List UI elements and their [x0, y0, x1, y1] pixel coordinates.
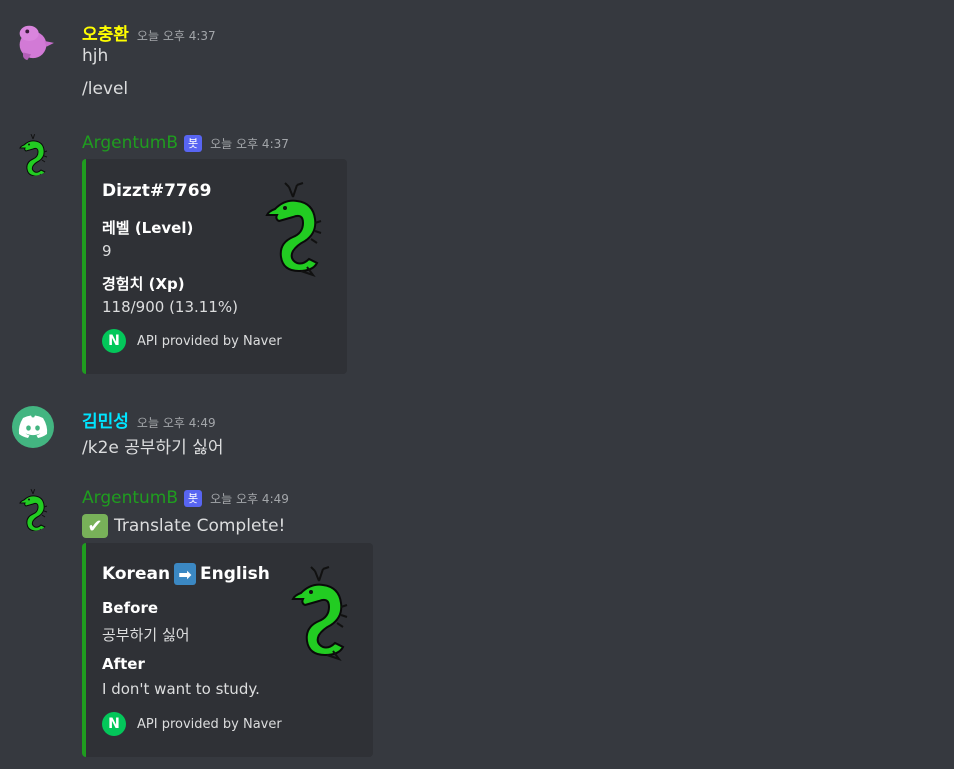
embed-title: Korean ➡ English [102, 563, 270, 585]
user-avatar[interactable] [12, 406, 54, 448]
timestamp: 오늘 오후 4:49 [136, 416, 216, 430]
field-value: 118/900 (13.11%) [102, 298, 238, 316]
embed-footer: N API provided by Naver [102, 329, 282, 353]
username[interactable]: 김민성 [82, 407, 129, 432]
bot-tag: 봇 [184, 135, 203, 152]
timestamp: 오늘 오후 4:37 [136, 29, 216, 43]
title-target-lang: English [200, 564, 270, 584]
field-name: Before [102, 599, 159, 617]
timestamp: 오늘 오후 4:37 [210, 137, 289, 151]
message-text: /k2e 공부하기 싫어 [82, 438, 224, 458]
message-header: ArgentumB 봇 오늘 오후 4:49 [82, 488, 289, 508]
level-embed: Dizzt#7769 레벨 (Level) 9 경험치 (Xp) 118/900… [82, 159, 347, 374]
field-value: 9 [102, 242, 112, 260]
username[interactable]: 오충환 [82, 20, 129, 45]
username[interactable]: ArgentumB [82, 133, 178, 153]
embed-title: Dizzt#7769 [102, 181, 212, 201]
footer-text: API provided by Naver [137, 716, 282, 732]
field-value: I don't want to study. [102, 680, 260, 698]
right-arrow-icon: ➡ [174, 563, 197, 585]
message-text: hjh [82, 46, 109, 66]
field-name: 경험치 (Xp) [102, 275, 185, 293]
title-source-lang: Korean [102, 564, 171, 584]
translate-complete-text: Translate Complete! [114, 516, 286, 536]
naver-icon: N [102, 329, 126, 353]
bot-avatar[interactable] [12, 134, 54, 176]
dragon-icon [13, 134, 53, 176]
footer-text: API provided by Naver [137, 333, 282, 349]
check-mark-icon: ✔ [82, 514, 108, 538]
field-value: 공부하기 싫어 [102, 626, 190, 644]
field-name: 레벨 (Level) [102, 219, 194, 237]
dragon-icon [13, 489, 53, 531]
embed-footer: N API provided by Naver [102, 712, 282, 736]
user-avatar[interactable] [12, 20, 54, 62]
bot-avatar[interactable] [12, 489, 54, 531]
pink-creature-icon [19, 25, 54, 61]
message-header: 김민성 오늘 오후 4:49 [82, 407, 216, 432]
field-name: After [102, 655, 145, 673]
dragon-thumbnail-icon[interactable] [284, 563, 354, 663]
message-header: ArgentumB 봇 오늘 오후 4:37 [82, 133, 289, 153]
message-text: /level [82, 79, 129, 99]
username[interactable]: ArgentumB [82, 488, 178, 508]
message-header: 오충환 오늘 오후 4:37 [82, 20, 216, 45]
timestamp: 오늘 오후 4:49 [210, 492, 289, 506]
discord-logo-icon [18, 415, 48, 438]
bot-tag: 봇 [184, 490, 203, 507]
translate-embed: Korean ➡ English Before 공부하기 싫어 After I … [82, 543, 373, 757]
message-text: ✔ Translate Complete! [82, 514, 285, 538]
dragon-thumbnail-icon[interactable] [258, 179, 328, 279]
naver-icon: N [102, 712, 126, 736]
